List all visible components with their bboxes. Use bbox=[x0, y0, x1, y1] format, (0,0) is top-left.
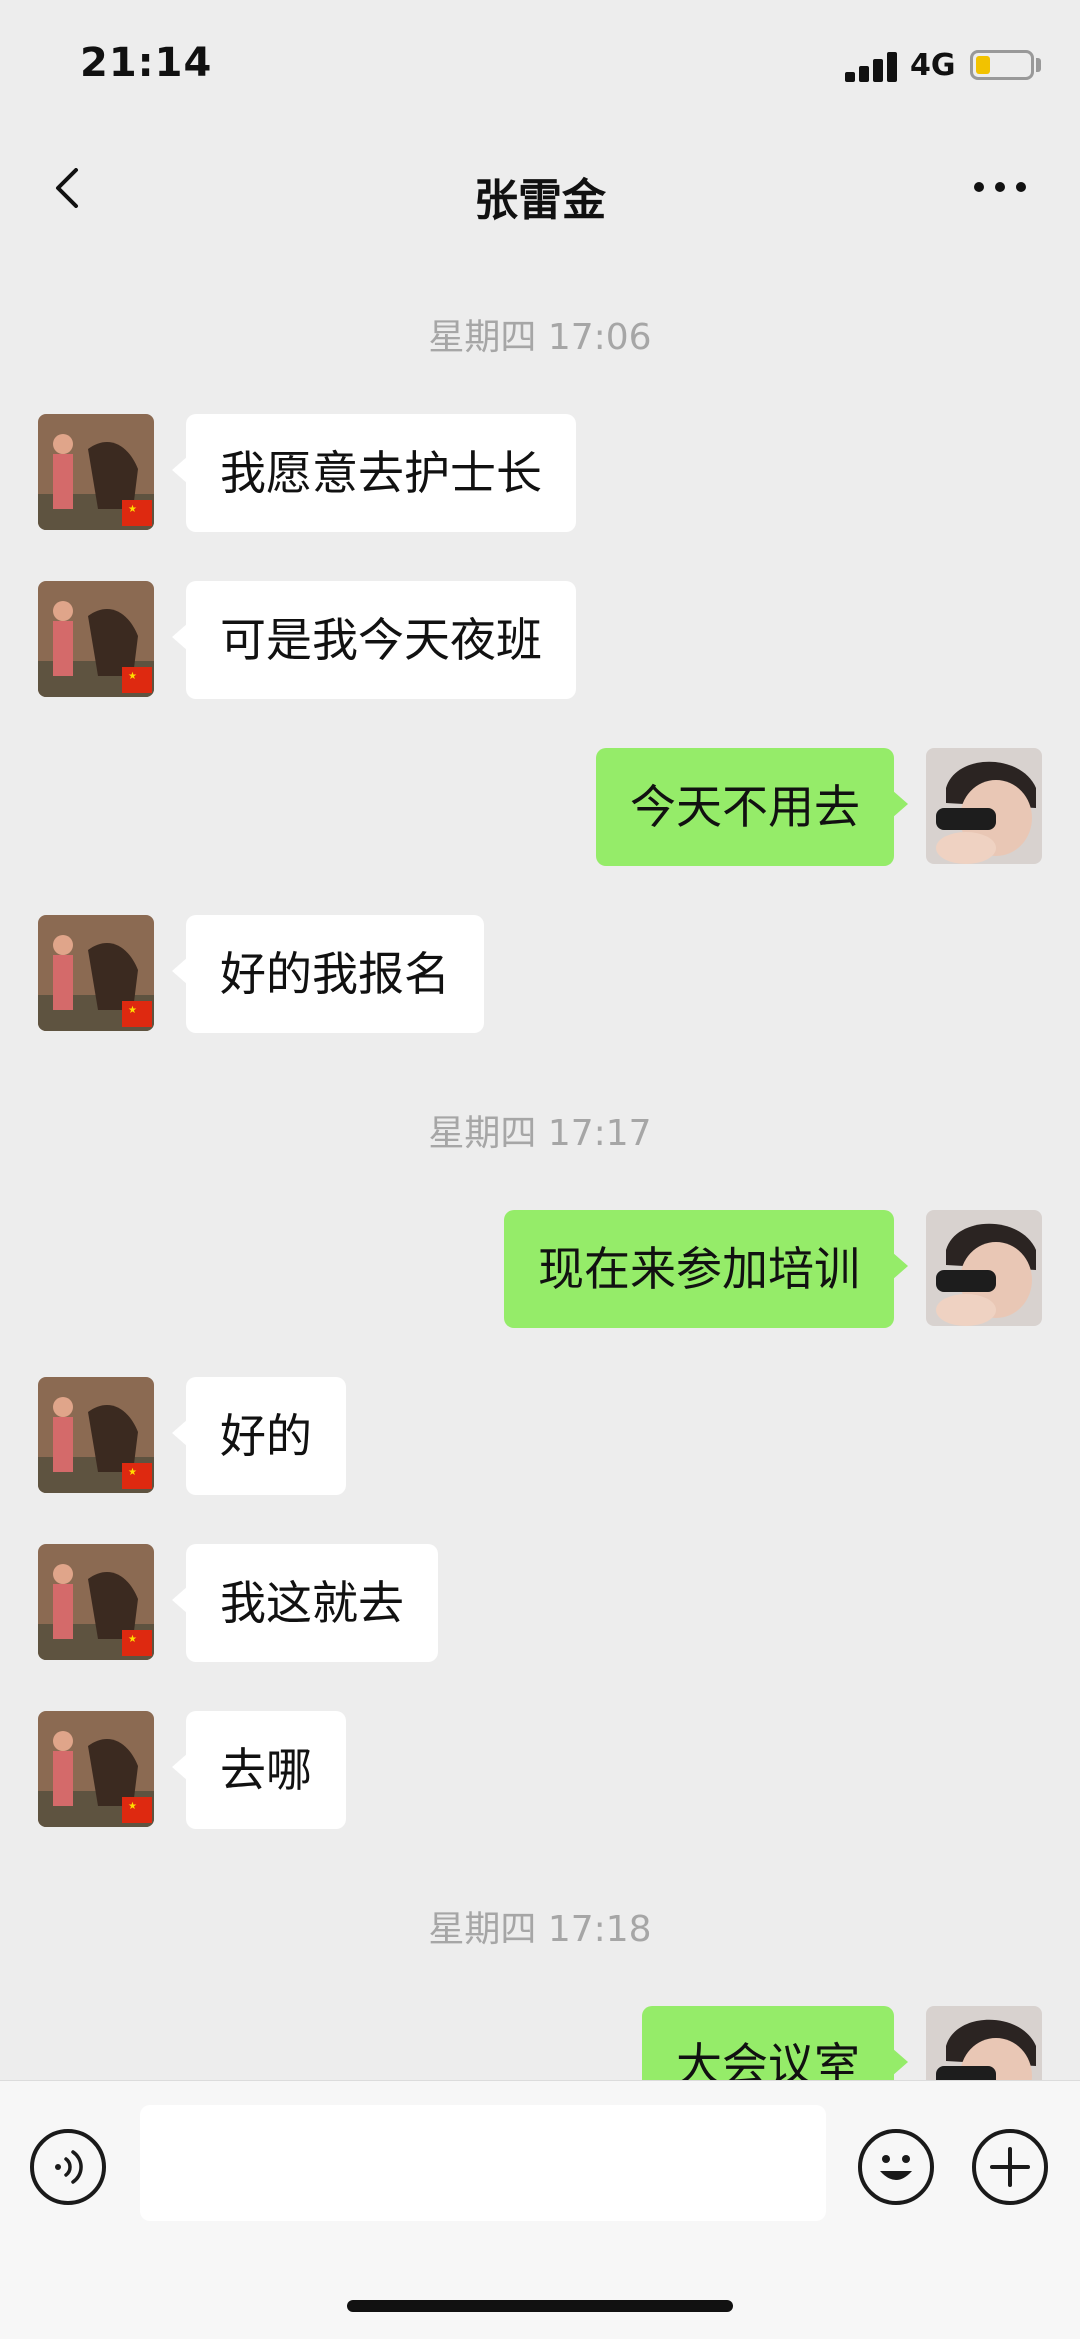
more-dots-icon[interactable] bbox=[970, 182, 1030, 198]
page-title: 张雷金 bbox=[474, 175, 606, 226]
message-bubble[interactable]: 好的 bbox=[172, 1377, 346, 1495]
self-avatar[interactable] bbox=[926, 1210, 1042, 1326]
timestamp: 星期四 17:18 bbox=[428, 1909, 652, 1950]
contact-avatar[interactable]: ★ bbox=[38, 414, 154, 530]
network-type: 4G bbox=[910, 48, 956, 83]
message-bubble[interactable]: 大会议室 bbox=[642, 2006, 908, 2080]
message-list[interactable]: 星期四 17:06 ★ 我愿意去护士长 ★ 可是我今天夜班 今天不用去 ★ 好的… bbox=[0, 250, 1080, 2080]
message-row: 大会议室 bbox=[0, 2006, 1080, 2080]
contact-avatar[interactable]: ★ bbox=[38, 1544, 154, 1660]
voice-wave-icon[interactable] bbox=[30, 2129, 106, 2205]
message-bubble[interactable]: 我愿意去护士长 bbox=[172, 414, 576, 532]
svg-text:★: ★ bbox=[128, 1005, 137, 1016]
message-bubble[interactable]: 去哪 bbox=[172, 1711, 346, 1829]
smiley-icon[interactable] bbox=[858, 2129, 934, 2205]
svg-text:★: ★ bbox=[128, 504, 137, 515]
self-avatar[interactable] bbox=[926, 2006, 1042, 2080]
battery-tip bbox=[1036, 58, 1041, 72]
message-bubble[interactable]: 好的我报名 bbox=[172, 915, 484, 1033]
message-row: 现在来参加培训 bbox=[0, 1210, 1080, 1328]
timestamp: 星期四 17:06 bbox=[428, 317, 652, 358]
contact-avatar[interactable]: ★ bbox=[38, 1711, 154, 1827]
status-time: 21:14 bbox=[80, 40, 213, 86]
battery-icon bbox=[970, 50, 1034, 80]
contact-avatar[interactable]: ★ bbox=[38, 915, 154, 1031]
timestamp: 星期四 17:17 bbox=[428, 1113, 652, 1154]
signal-icon bbox=[845, 50, 901, 82]
plus-icon[interactable] bbox=[972, 2129, 1048, 2205]
chat-screen: 21:14 4G 张雷金 星期四 17:06 ★ 我愿意去护士长 ★ 可是我今天… bbox=[0, 0, 1080, 2339]
status-bar: 21:14 4G bbox=[0, 0, 1080, 130]
svg-text:★: ★ bbox=[128, 1634, 137, 1645]
message-bubble[interactable]: 可是我今天夜班 bbox=[172, 581, 576, 699]
contact-avatar[interactable]: ★ bbox=[38, 1377, 154, 1493]
svg-text:★: ★ bbox=[128, 671, 137, 682]
message-bubble[interactable]: 今天不用去 bbox=[596, 748, 908, 866]
home-indicator[interactable] bbox=[347, 2300, 733, 2312]
contact-avatar[interactable]: ★ bbox=[38, 581, 154, 697]
self-avatar[interactable] bbox=[926, 748, 1042, 864]
svg-text:★: ★ bbox=[128, 1801, 137, 1812]
message-input[interactable] bbox=[140, 2105, 826, 2221]
message-bubble[interactable]: 我这就去 bbox=[172, 1544, 438, 1662]
message-bubble[interactable]: 现在来参加培训 bbox=[504, 1210, 908, 1328]
svg-text:★: ★ bbox=[128, 1467, 137, 1478]
nav-bar: 张雷金 bbox=[0, 130, 1080, 250]
message-row: 今天不用去 bbox=[0, 748, 1080, 866]
